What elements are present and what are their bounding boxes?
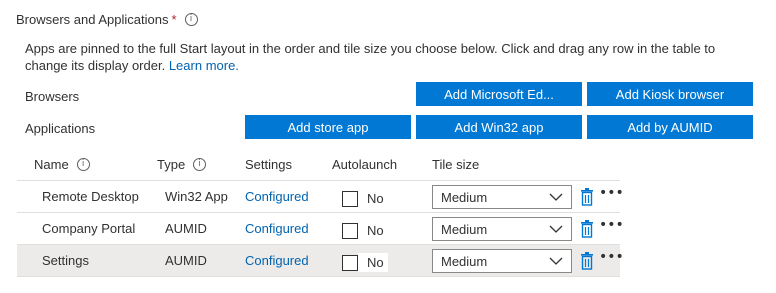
more-horizontal-icon[interactable]: •••	[599, 249, 624, 265]
applications-label: Applications	[25, 121, 96, 136]
chevron-down-icon	[549, 225, 563, 233]
column-header-name[interactable]: Name i	[34, 157, 90, 172]
row-name: Settings	[42, 253, 89, 268]
autolaunch-checkbox[interactable]	[342, 190, 358, 207]
info-icon[interactable]: i	[193, 158, 207, 171]
autolaunch-control[interactable]: No	[342, 189, 388, 208]
column-header-name-label: Name	[34, 157, 69, 172]
autolaunch-control[interactable]: No	[342, 221, 388, 240]
table-row[interactable]: Settings AUMID Configured No Medium •••	[17, 245, 624, 277]
tile-size-value: Medium	[441, 221, 488, 237]
trash-icon[interactable]	[580, 220, 594, 238]
row-settings-link[interactable]: Configured	[245, 189, 309, 204]
chevron-down-icon	[549, 257, 563, 265]
add-kiosk-browser-button[interactable]: Add Kiosk browser	[587, 82, 753, 106]
tile-size-value: Medium	[441, 189, 488, 205]
autolaunch-label: No	[358, 221, 388, 240]
more-horizontal-icon[interactable]: •••	[599, 217, 624, 233]
row-type: Win32 App	[165, 189, 228, 204]
add-win32-app-button[interactable]: Add Win32 app	[416, 115, 582, 139]
row-settings-link[interactable]: Configured	[245, 253, 309, 268]
column-header-autolaunch: Autolaunch	[332, 157, 398, 172]
tile-size-dropdown[interactable]: Medium	[432, 185, 572, 209]
row-settings-link[interactable]: Configured	[245, 221, 309, 236]
section-description: Apps are pinned to the full Start layout…	[25, 40, 745, 74]
column-header-type[interactable]: Type i	[157, 157, 207, 172]
column-header-type-label: Type	[157, 157, 186, 172]
column-header-settings: Settings	[245, 157, 292, 172]
autolaunch-checkbox[interactable]	[342, 222, 358, 239]
table-header: Name i Type i Settings Autolaunch Tile s…	[17, 150, 620, 181]
trash-icon[interactable]	[580, 252, 594, 270]
autolaunch-checkbox[interactable]	[342, 254, 358, 271]
more-horizontal-icon[interactable]: •••	[599, 185, 624, 201]
tile-size-value: Medium	[441, 253, 488, 269]
description-text: Apps are pinned to the full Start layout…	[25, 41, 716, 73]
learn-more-link[interactable]: Learn more.	[169, 58, 239, 73]
row-type: AUMID	[165, 221, 207, 236]
tile-size-dropdown[interactable]: Medium	[432, 249, 572, 273]
apps-table: Name i Type i Settings Autolaunch Tile s…	[17, 150, 624, 277]
row-name: Company Portal	[42, 221, 136, 236]
section-title-text: Browsers and Applications	[16, 12, 169, 27]
tile-size-dropdown[interactable]: Medium	[432, 217, 572, 241]
add-store-app-button[interactable]: Add store app	[245, 115, 411, 139]
add-microsoft-edge-button[interactable]: Add Microsoft Ed...	[416, 82, 582, 106]
table-row[interactable]: Remote Desktop Win32 App Configured No M…	[17, 181, 624, 213]
column-header-tile-size: Tile size	[432, 157, 480, 172]
browsers-label: Browsers	[25, 89, 80, 104]
chevron-down-icon	[549, 193, 563, 201]
info-icon[interactable]: i	[184, 13, 198, 26]
autolaunch-label: No	[358, 253, 388, 272]
trash-icon[interactable]	[580, 188, 594, 206]
section-title: Browsers and Applications * i	[16, 12, 198, 27]
row-type: AUMID	[165, 253, 207, 268]
info-icon[interactable]: i	[76, 158, 90, 171]
row-name: Remote Desktop	[42, 189, 139, 204]
required-marker: *	[171, 12, 177, 27]
add-by-aumid-button[interactable]: Add by AUMID	[587, 115, 753, 139]
table-row[interactable]: Company Portal AUMID Configured No Mediu…	[17, 213, 624, 245]
autolaunch-label: No	[358, 189, 388, 208]
autolaunch-control[interactable]: No	[342, 253, 388, 272]
